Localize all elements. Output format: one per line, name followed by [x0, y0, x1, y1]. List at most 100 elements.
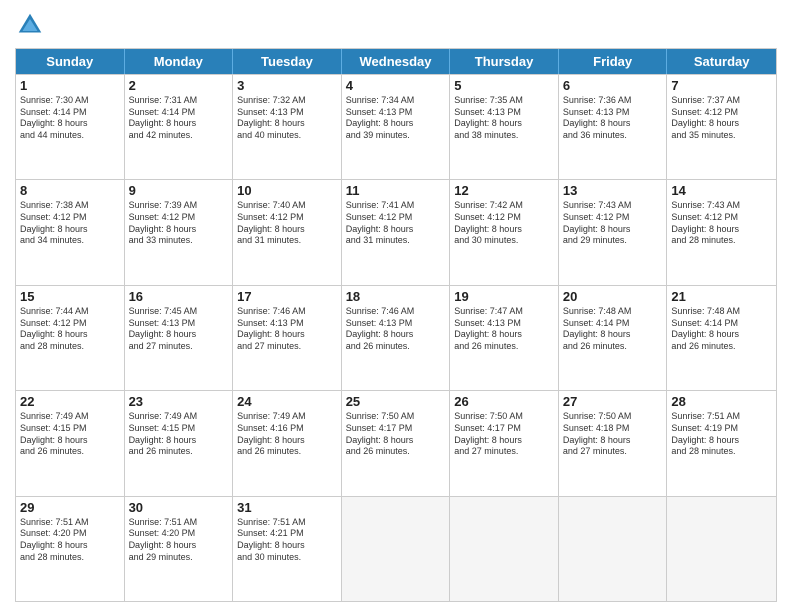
cell-info-line: and 38 minutes. [454, 130, 554, 142]
cell-info-line: and 40 minutes. [237, 130, 337, 142]
cell-info-line: Daylight: 8 hours [20, 118, 120, 130]
cell-info-line: Daylight: 8 hours [671, 329, 772, 341]
day-cell-19: 19Sunrise: 7:47 AMSunset: 4:13 PMDayligh… [450, 286, 559, 390]
cell-info-line: Sunrise: 7:40 AM [237, 200, 337, 212]
cell-info-line: Daylight: 8 hours [237, 435, 337, 447]
calendar-row-3: 15Sunrise: 7:44 AMSunset: 4:12 PMDayligh… [16, 285, 776, 390]
cell-info-line: Sunrise: 7:46 AM [237, 306, 337, 318]
cell-info-line: Sunset: 4:12 PM [671, 212, 772, 224]
cell-info-line: Sunrise: 7:34 AM [346, 95, 446, 107]
cell-info-line: Sunrise: 7:30 AM [20, 95, 120, 107]
cell-info-line: Sunrise: 7:49 AM [20, 411, 120, 423]
day-number: 10 [237, 183, 337, 198]
day-cell-20: 20Sunrise: 7:48 AMSunset: 4:14 PMDayligh… [559, 286, 668, 390]
day-cell-31: 31Sunrise: 7:51 AMSunset: 4:21 PMDayligh… [233, 497, 342, 601]
cell-info-line: Daylight: 8 hours [20, 224, 120, 236]
cell-info-line: Sunrise: 7:50 AM [454, 411, 554, 423]
day-number: 30 [129, 500, 229, 515]
cell-info-line: Sunrise: 7:51 AM [237, 517, 337, 529]
cell-info-line: Sunset: 4:12 PM [346, 212, 446, 224]
cell-info-line: Sunset: 4:14 PM [563, 318, 663, 330]
cell-info-line: Sunrise: 7:31 AM [129, 95, 229, 107]
day-cell-2: 2Sunrise: 7:31 AMSunset: 4:14 PMDaylight… [125, 75, 234, 179]
cell-info-line: and 28 minutes. [671, 235, 772, 247]
day-header-wednesday: Wednesday [342, 49, 451, 74]
cell-info-line: Sunset: 4:13 PM [563, 107, 663, 119]
day-number: 16 [129, 289, 229, 304]
cell-info-line: Daylight: 8 hours [129, 329, 229, 341]
cell-info-line: and 28 minutes. [20, 341, 120, 353]
day-cell-5: 5Sunrise: 7:35 AMSunset: 4:13 PMDaylight… [450, 75, 559, 179]
day-number: 28 [671, 394, 772, 409]
calendar: SundayMondayTuesdayWednesdayThursdayFrid… [15, 48, 777, 602]
calendar-row-1: 1Sunrise: 7:30 AMSunset: 4:14 PMDaylight… [16, 74, 776, 179]
calendar-row-5: 29Sunrise: 7:51 AMSunset: 4:20 PMDayligh… [16, 496, 776, 601]
cell-info-line: Sunrise: 7:48 AM [563, 306, 663, 318]
cell-info-line: Sunrise: 7:48 AM [671, 306, 772, 318]
day-cell-3: 3Sunrise: 7:32 AMSunset: 4:13 PMDaylight… [233, 75, 342, 179]
empty-cell [667, 497, 776, 601]
day-cell-25: 25Sunrise: 7:50 AMSunset: 4:17 PMDayligh… [342, 391, 451, 495]
cell-info-line: and 26 minutes. [563, 341, 663, 353]
day-number: 22 [20, 394, 120, 409]
cell-info-line: Sunset: 4:20 PM [129, 528, 229, 540]
cell-info-line: Sunset: 4:12 PM [237, 212, 337, 224]
cell-info-line: Sunset: 4:12 PM [454, 212, 554, 224]
cell-info-line: Daylight: 8 hours [346, 224, 446, 236]
logo-icon [15, 10, 45, 40]
cell-info-line: Sunset: 4:20 PM [20, 528, 120, 540]
day-cell-18: 18Sunrise: 7:46 AMSunset: 4:13 PMDayligh… [342, 286, 451, 390]
cell-info-line: and 26 minutes. [346, 341, 446, 353]
cell-info-line: Sunset: 4:12 PM [129, 212, 229, 224]
cell-info-line: Daylight: 8 hours [563, 118, 663, 130]
day-cell-30: 30Sunrise: 7:51 AMSunset: 4:20 PMDayligh… [125, 497, 234, 601]
cell-info-line: Sunset: 4:12 PM [20, 212, 120, 224]
cell-info-line: Daylight: 8 hours [671, 435, 772, 447]
day-cell-13: 13Sunrise: 7:43 AMSunset: 4:12 PMDayligh… [559, 180, 668, 284]
cell-info-line: Sunset: 4:21 PM [237, 528, 337, 540]
cell-info-line: and 27 minutes. [454, 446, 554, 458]
cell-info-line: Daylight: 8 hours [454, 329, 554, 341]
cell-info-line: Daylight: 8 hours [563, 329, 663, 341]
cell-info-line: and 26 minutes. [346, 446, 446, 458]
cell-info-line: Daylight: 8 hours [20, 329, 120, 341]
day-header-thursday: Thursday [450, 49, 559, 74]
cell-info-line: and 30 minutes. [237, 552, 337, 564]
day-header-saturday: Saturday [667, 49, 776, 74]
day-cell-11: 11Sunrise: 7:41 AMSunset: 4:12 PMDayligh… [342, 180, 451, 284]
calendar-row-2: 8Sunrise: 7:38 AMSunset: 4:12 PMDaylight… [16, 179, 776, 284]
day-cell-28: 28Sunrise: 7:51 AMSunset: 4:19 PMDayligh… [667, 391, 776, 495]
cell-info-line: Sunrise: 7:39 AM [129, 200, 229, 212]
day-cell-27: 27Sunrise: 7:50 AMSunset: 4:18 PMDayligh… [559, 391, 668, 495]
day-number: 2 [129, 78, 229, 93]
cell-info-line: Daylight: 8 hours [346, 435, 446, 447]
cell-info-line: Daylight: 8 hours [671, 224, 772, 236]
empty-cell [342, 497, 451, 601]
cell-info-line: and 30 minutes. [454, 235, 554, 247]
day-cell-12: 12Sunrise: 7:42 AMSunset: 4:12 PMDayligh… [450, 180, 559, 284]
day-header-tuesday: Tuesday [233, 49, 342, 74]
cell-info-line: and 44 minutes. [20, 130, 120, 142]
cell-info-line: Sunrise: 7:44 AM [20, 306, 120, 318]
day-number: 8 [20, 183, 120, 198]
cell-info-line: and 29 minutes. [129, 552, 229, 564]
cell-info-line: Daylight: 8 hours [129, 118, 229, 130]
cell-info-line: Daylight: 8 hours [671, 118, 772, 130]
cell-info-line: Sunrise: 7:51 AM [20, 517, 120, 529]
day-cell-29: 29Sunrise: 7:51 AMSunset: 4:20 PMDayligh… [16, 497, 125, 601]
cell-info-line: Daylight: 8 hours [454, 224, 554, 236]
cell-info-line: Daylight: 8 hours [346, 118, 446, 130]
logo [15, 10, 49, 40]
cell-info-line: Sunrise: 7:38 AM [20, 200, 120, 212]
day-number: 26 [454, 394, 554, 409]
cell-info-line: Sunrise: 7:51 AM [129, 517, 229, 529]
day-number: 14 [671, 183, 772, 198]
cell-info-line: Sunset: 4:12 PM [563, 212, 663, 224]
cell-info-line: and 26 minutes. [20, 446, 120, 458]
cell-info-line: and 27 minutes. [563, 446, 663, 458]
cell-info-line: Sunset: 4:17 PM [346, 423, 446, 435]
day-number: 25 [346, 394, 446, 409]
day-number: 4 [346, 78, 446, 93]
day-number: 15 [20, 289, 120, 304]
cell-info-line: Sunset: 4:13 PM [346, 318, 446, 330]
